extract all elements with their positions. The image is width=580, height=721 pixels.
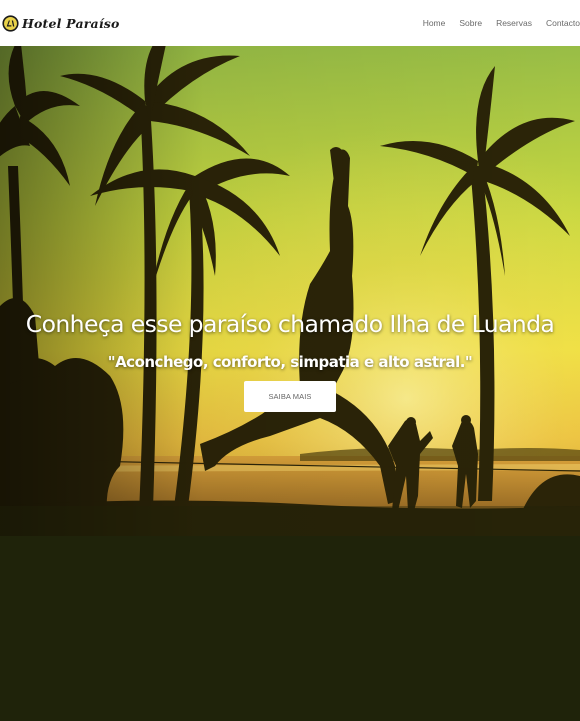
navbar: Hotel Paraíso Home Sobre Reservas Contac… <box>0 0 580 46</box>
nav-link-reservas[interactable]: Reservas <box>496 18 532 28</box>
nav-link-sobre[interactable]: Sobre <box>459 18 482 28</box>
page-dark-background <box>0 536 580 721</box>
brand[interactable]: Hotel Paraíso <box>2 14 120 32</box>
hero-section: Conheça esse paraíso chamado Ilha de Lua… <box>0 46 580 536</box>
nav-links: Home Sobre Reservas Contacto <box>423 0 580 46</box>
nav-link-home[interactable]: Home <box>423 18 446 28</box>
hotel-logo-icon <box>2 14 19 32</box>
saiba-mais-button[interactable]: SAIBA MAIS <box>244 381 336 412</box>
hero-subtitle: "Aconchego, conforto, simpatia e alto as… <box>107 353 473 371</box>
hero-background-image <box>0 46 580 536</box>
brand-name: Hotel Paraíso <box>22 15 120 31</box>
hero-title: Conheça esse paraíso chamado Ilha de Lua… <box>25 310 555 338</box>
nav-link-contacto[interactable]: Contacto <box>546 18 580 28</box>
